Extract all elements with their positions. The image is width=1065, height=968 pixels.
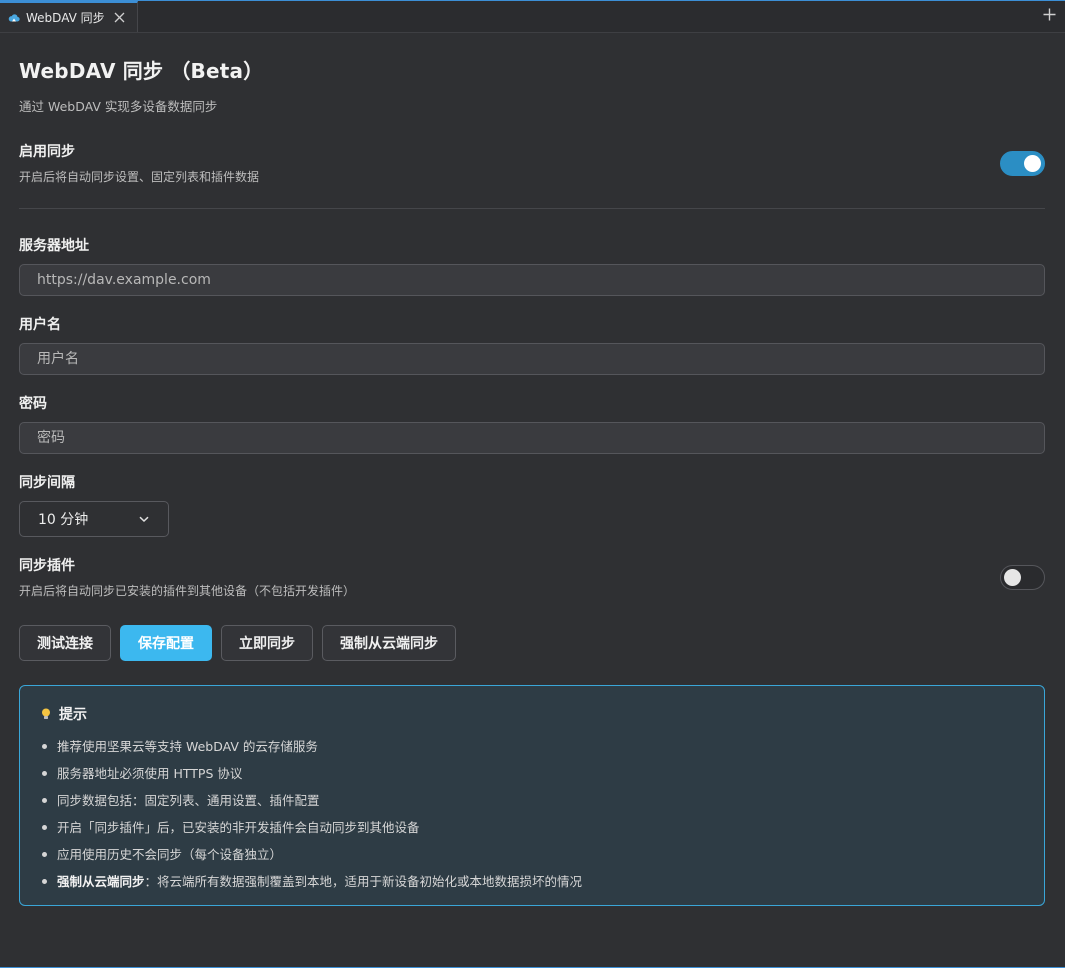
sync-plugins-description: 开启后将自动同步已安装的插件到其他设备（不包括开发插件） [19,584,356,598]
sync-now-button[interactable]: 立即同步 [221,625,313,661]
enable-sync-description: 开启后将自动同步设置、固定列表和插件数据 [19,170,260,184]
section-divider [19,208,1045,209]
username-label: 用户名 [19,317,61,333]
new-tab-plus-icon[interactable] [1041,7,1057,25]
page-title: WebDAV 同步 （Beta） [19,59,264,83]
tip-item: 开启「同步插件」后，已安装的非开发插件会自动同步到其他设备 [39,814,1025,841]
chevron-down-icon [138,513,150,525]
close-icon[interactable] [113,11,127,25]
tip-item: 服务器地址必须使用 HTTPS 协议 [39,760,1025,787]
tips-box: 提示 推荐使用坚果云等支持 WebDAV 的云存储服务 服务器地址必须使用 HT… [19,685,1045,906]
app-window: WebDAV 同步 WebDAV 同步 （Beta） 通过 WebDAV 实现多… [0,0,1065,968]
password-label: 密码 [19,396,47,412]
tip-bold-label: 强制从云端同步 [57,874,145,889]
tab-bar: WebDAV 同步 [0,1,1065,33]
tip-item-force-sync: 强制从云端同步：将云端所有数据强制覆盖到本地，适用于新设备初始化或本地数据损坏的… [39,868,1025,895]
toggle-knob [1004,568,1021,586]
server-url-input[interactable] [19,264,1045,296]
sync-plugins-row: 同步插件 开启后将自动同步已安装的插件到其他设备（不包括开发插件） [19,555,1045,599]
enable-sync-toggle[interactable] [1000,150,1045,176]
tip-item: 推荐使用坚果云等支持 WebDAV 的云存储服务 [39,733,1025,760]
username-input[interactable] [19,343,1045,375]
tips-header: 提示 [39,704,1025,724]
server-label: 服务器地址 [19,238,89,254]
tip-text: ：将云端所有数据强制覆盖到本地，适用于新设备初始化或本地数据损坏的情况 [144,874,583,889]
lightbulb-icon [39,707,53,721]
toggle-knob [1024,154,1041,172]
enable-sync-title: 启用同步 [19,144,75,160]
enable-sync-row: 启用同步 开启后将自动同步设置、固定列表和插件数据 [19,141,1045,185]
page-subtitle: 通过 WebDAV 实现多设备数据同步 [19,99,218,114]
cloud-icon [8,12,20,24]
sync-plugins-title: 同步插件 [19,558,75,574]
action-buttons: 测试连接 保存配置 立即同步 强制从云端同步 [19,625,1045,661]
tab-title: WebDAV 同步 [26,11,105,25]
tip-item: 同步数据包括：固定列表、通用设置、插件配置 [39,787,1025,814]
tab-webdav-sync[interactable]: WebDAV 同步 [0,1,138,32]
test-connection-button[interactable]: 测试连接 [19,625,111,661]
save-config-button[interactable]: 保存配置 [120,625,212,661]
tips-list: 推荐使用坚果云等支持 WebDAV 的云存储服务 服务器地址必须使用 HTTPS… [39,733,1025,895]
tip-item: 应用使用历史不会同步（每个设备独立） [39,841,1025,868]
sync-plugins-toggle[interactable] [1000,564,1045,590]
interval-select[interactable]: 10 分钟 [19,501,169,537]
interval-label: 同步间隔 [19,475,75,491]
interval-value: 10 分钟 [38,512,89,528]
force-cloud-sync-button[interactable]: 强制从云端同步 [322,625,456,661]
settings-panel: WebDAV 同步 （Beta） 通过 WebDAV 实现多设备数据同步 启用同… [0,33,1065,906]
password-input[interactable] [19,422,1045,454]
tips-title: 提示 [59,707,87,723]
